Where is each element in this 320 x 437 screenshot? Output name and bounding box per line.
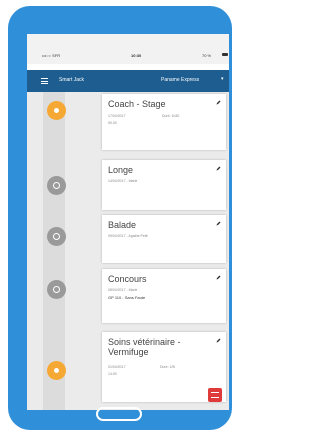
menu-icon[interactable] — [41, 78, 48, 84]
activity-icon — [53, 286, 60, 293]
home-button[interactable] — [96, 407, 142, 421]
pencil-icon[interactable] — [216, 275, 221, 280]
person-icon — [54, 108, 59, 113]
event-detail: GP 110 - Sans Faute — [108, 295, 146, 300]
app-bar: Smart Jack Paname Express ▾ — [27, 70, 229, 92]
pencil-icon[interactable] — [216, 221, 221, 226]
event-marker-activity-icon — [47, 227, 66, 246]
add-event-icon — [211, 392, 219, 398]
event-title: Coach - Stage — [108, 99, 166, 109]
person-icon — [54, 368, 59, 373]
add-event-button[interactable] — [208, 388, 222, 402]
event-title: Longe — [108, 165, 134, 175]
event-card[interactable]: Longe 14/04/2017 - Marie — [102, 160, 226, 210]
status-bar: •••○○ SFR 10:30 70 % — [27, 34, 229, 64]
battery-icon — [222, 53, 228, 56]
event-date: 01/04/2017 — [108, 365, 126, 369]
activity-icon — [53, 233, 60, 240]
pencil-icon[interactable] — [216, 338, 221, 343]
pencil-icon[interactable] — [216, 166, 221, 171]
event-extra: 90,00 — [108, 121, 117, 125]
pencil-icon[interactable] — [216, 100, 221, 105]
event-title: Balade — [108, 220, 137, 230]
event-title: Soins vétérinaire - Vermifuge — [108, 337, 181, 357]
horse-selector[interactable]: Paname Express — [161, 77, 199, 83]
event-extra: 14:00 — [108, 372, 117, 376]
event-card[interactable]: Concours 08/04/2017 - Marie GP 110 - San… — [102, 269, 226, 323]
event-date: 08/04/2017 - Marie — [108, 288, 138, 292]
event-marker-activity-icon — [47, 176, 66, 195]
phone-frame: •••○○ SFR 10:30 70 % Smart Jack Paname E… — [8, 6, 232, 430]
event-marker-activity-icon — [47, 280, 66, 299]
event-card[interactable]: Balade 09/04/2017 - Agathe Petit — [102, 215, 226, 263]
clock: 10:30 — [131, 53, 142, 58]
timeline: Coach - Stage 17/04/2017 Duré: 1h30 90,0… — [27, 92, 229, 410]
activity-icon — [53, 182, 60, 189]
event-duration: Duré: 1/B — [160, 365, 175, 369]
chevron-down-icon[interactable]: ▾ — [221, 76, 224, 82]
app-title: Smart Jack — [59, 77, 85, 83]
event-duration: Duré: 1h30 — [162, 114, 180, 118]
carrier-label: •••○○ SFR — [42, 53, 61, 58]
event-card[interactable]: Coach - Stage 17/04/2017 Duré: 1h30 90,0… — [102, 94, 226, 150]
event-marker-person-icon — [47, 101, 66, 120]
event-date: 09/04/2017 - Agathe Petit — [108, 234, 148, 238]
event-marker-person-icon — [47, 361, 66, 380]
event-title: Concours — [108, 274, 147, 284]
battery-level: 70 % — [202, 53, 212, 58]
event-date: 17/04/2017 — [108, 114, 126, 118]
event-date: 14/04/2017 - Marie — [108, 179, 138, 183]
phone-screen: •••○○ SFR 10:30 70 % Smart Jack Paname E… — [27, 34, 229, 410]
